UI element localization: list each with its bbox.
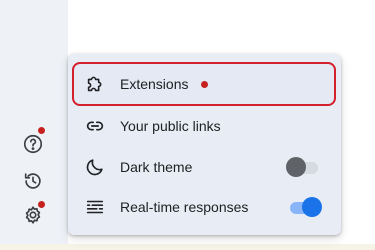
crescent-moon-icon [84,156,106,178]
help-icon[interactable] [22,133,44,155]
menu-item-public-links[interactable]: Your public links [72,107,336,145]
link-icon [84,115,106,137]
menu-item-label: Real-time responses [120,199,249,215]
menu-item-extensions[interactable]: Extensions [72,62,336,106]
left-sidebar [0,0,68,250]
extensions-notification-dot [201,80,209,88]
menu-item-label: Your public links [120,118,221,134]
settings-menu: Extensions Your public links Dark theme [68,54,341,235]
menu-item-realtime-responses[interactable]: Real-time responses [72,188,336,226]
menu-item-label: Dark theme [120,159,193,175]
dark-theme-toggle[interactable] [286,157,322,177]
toggle-knob [286,157,306,177]
settings-notification-dot [38,201,45,208]
menu-item-label: Extensions [120,76,189,92]
realtime-responses-toggle[interactable] [286,197,322,217]
bottom-edge [0,244,375,250]
menu-item-dark-theme[interactable]: Dark theme [72,148,336,186]
toggle-knob [302,197,322,217]
history-icon[interactable] [22,170,44,192]
puzzle-piece-icon [84,73,106,95]
help-notification-dot [38,127,45,134]
realtime-lines-icon [84,196,106,218]
